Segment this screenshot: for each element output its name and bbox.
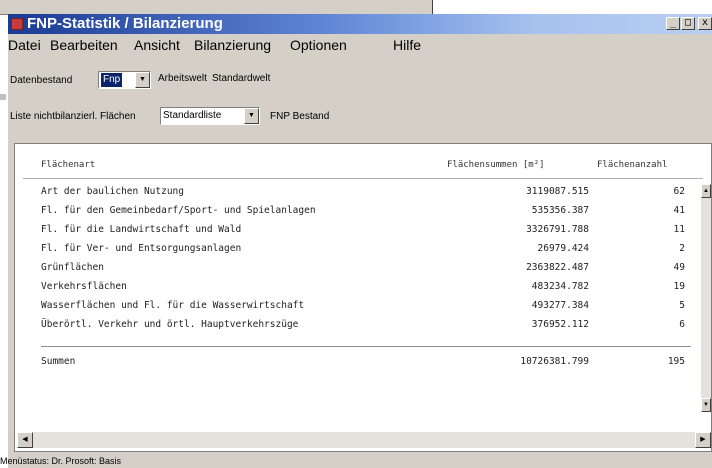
menu-bar: Datei Bearbeiten Ansicht Bilanzierung Op… bbox=[8, 35, 712, 55]
maximize-button[interactable]: □ bbox=[681, 17, 695, 30]
datenbestand-select[interactable]: Fnp ▼ bbox=[98, 71, 151, 89]
fnp-bestand-link[interactable]: FNP Bestand bbox=[270, 111, 329, 122]
row-summe: 26979.424 bbox=[537, 243, 589, 254]
row-anzahl: 49 bbox=[673, 262, 685, 273]
row-summe: 483234.782 bbox=[531, 281, 589, 292]
row-summe: 3119087.515 bbox=[526, 186, 589, 197]
row-anzahl: 5 bbox=[679, 300, 685, 311]
row-flaechenart: Art der baulichen Nutzung bbox=[41, 186, 184, 197]
window-title: FNP-Statistik / Bilanzierung bbox=[27, 15, 223, 32]
minimize-button[interactable]: _ bbox=[666, 17, 680, 30]
scroll-right-icon[interactable]: ▶ bbox=[695, 432, 711, 448]
row-anzahl: 2 bbox=[679, 243, 685, 254]
column-header-flaechenart: Flächenart bbox=[41, 160, 96, 170]
background-window bbox=[0, 0, 433, 15]
chevron-down-icon[interactable]: ▼ bbox=[135, 72, 150, 88]
menu-ansicht[interactable]: Ansicht bbox=[134, 37, 180, 53]
menu-datei[interactable]: Datei bbox=[8, 37, 41, 53]
total-anzahl: 195 bbox=[667, 356, 685, 367]
app-window: FNP-Statistik / Bilanzierung _ □ x Datei… bbox=[0, 14, 712, 468]
row-summe: 3326791.788 bbox=[526, 224, 589, 235]
row-anzahl: 41 bbox=[673, 205, 685, 216]
datenbestand-label: Datenbestand bbox=[10, 75, 73, 86]
horizontal-scrollbar[interactable]: ◀ ▶ bbox=[17, 432, 711, 448]
row-flaechenart: Fl. für Ver- und Entsorgungsanlagen bbox=[41, 243, 242, 254]
results-table: Flächenart Flächensummen [m²] Flächenanz… bbox=[14, 143, 712, 452]
row-flaechenart: Fl. für die Landwirtschaft und Wald bbox=[41, 224, 242, 235]
standardwelt-link[interactable]: Standardwelt bbox=[212, 73, 270, 84]
total-label: Summen bbox=[41, 356, 76, 367]
liste-select[interactable]: Standardliste ▼ bbox=[160, 107, 260, 125]
app-icon bbox=[11, 18, 23, 30]
datenbestand-value: Fnp bbox=[101, 73, 123, 87]
scroll-up-icon[interactable]: ▲ bbox=[701, 184, 711, 198]
row-summe: 376952.112 bbox=[531, 319, 589, 330]
close-button[interactable]: x bbox=[698, 17, 712, 30]
row-flaechenart: Verkehrsflächen bbox=[41, 281, 127, 292]
menu-bilanzierung[interactable]: Bilanzierung bbox=[194, 37, 271, 53]
row-flaechenart: Fl. für den Gemeinbedarf/Sport- und Spie… bbox=[41, 205, 316, 216]
row-anzahl: 6 bbox=[679, 319, 685, 330]
arbeitswelt-link[interactable]: Arbeitswelt bbox=[158, 73, 207, 84]
menu-optionen[interactable]: Optionen bbox=[290, 37, 347, 53]
chevron-down-icon[interactable]: ▼ bbox=[244, 108, 259, 124]
title-bar[interactable]: FNP-Statistik / Bilanzierung _ □ x bbox=[8, 14, 712, 34]
row-summe: 2363822.487 bbox=[526, 262, 589, 273]
liste-value: Standardliste bbox=[163, 110, 222, 121]
total-divider bbox=[41, 346, 691, 347]
background-window-edge bbox=[0, 94, 6, 100]
scroll-down-icon[interactable]: ▼ bbox=[701, 398, 711, 412]
menu-bearbeiten[interactable]: Bearbeiten bbox=[50, 37, 118, 53]
menu-hilfe[interactable]: Hilfe bbox=[393, 37, 421, 53]
row-summe: 493277.384 bbox=[531, 300, 589, 311]
total-summe: 10726381.799 bbox=[520, 356, 589, 367]
row-anzahl: 11 bbox=[673, 224, 685, 235]
row-flaechenart: Grünflächen bbox=[41, 262, 104, 273]
column-header-flaechenanzahl: Flächenanzahl bbox=[597, 160, 668, 170]
row-anzahl: 62 bbox=[673, 186, 685, 197]
column-header-flaechensummen: Flächensummen [m²] bbox=[447, 160, 545, 170]
row-anzahl: 19 bbox=[673, 281, 685, 292]
status-text: Menüstatus: Dr. Prosoft: Basis bbox=[0, 456, 122, 466]
header-divider bbox=[23, 178, 703, 179]
liste-label: Liste nichtbilanzierl. Flächen bbox=[10, 111, 136, 122]
scroll-left-icon[interactable]: ◀ bbox=[17, 432, 33, 448]
row-summe: 535356.387 bbox=[531, 205, 589, 216]
status-bar: Menüstatus: Dr. Prosoft: Basis bbox=[0, 452, 712, 468]
vertical-scrollbar[interactable]: ▲ ▼ bbox=[701, 184, 711, 412]
row-flaechenart: Wasserflächen und Fl. für die Wasserwirt… bbox=[41, 300, 305, 311]
row-flaechenart: Überörtl. Verkehr und örtl. Hauptverkehr… bbox=[41, 319, 299, 330]
